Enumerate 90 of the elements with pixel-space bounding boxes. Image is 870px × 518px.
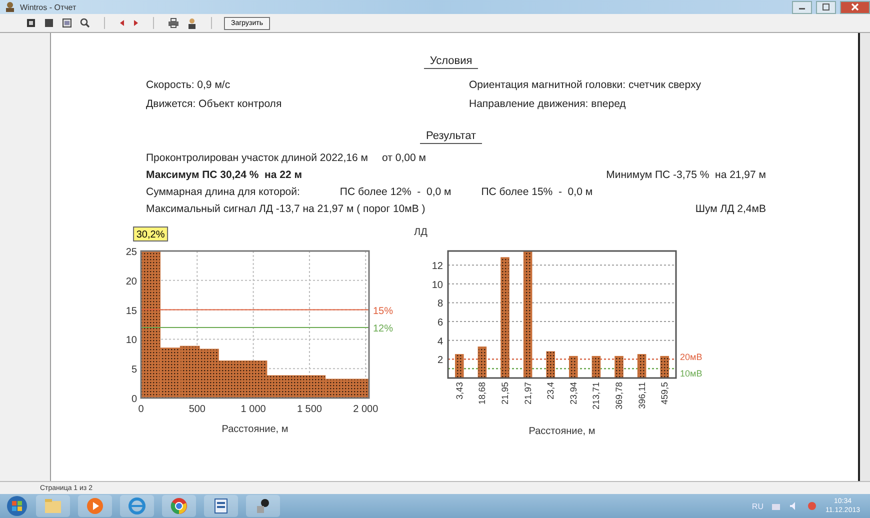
- magnifier-icon: [80, 18, 90, 28]
- axis-title: ЛД: [414, 227, 428, 238]
- browser-icon: [170, 497, 188, 515]
- axis-tick-label: 1 500: [296, 404, 322, 415]
- axis-tick-label: 369,78: [614, 382, 624, 410]
- axis-title: Расстояние, м: [222, 424, 288, 435]
- axis-tick-label: 1 000: [240, 404, 266, 415]
- pages-icon: [62, 18, 72, 28]
- axis-tick-label: 213,71: [591, 382, 602, 410]
- axis-tick-label: 2 000: [353, 404, 378, 415]
- taskbar-app[interactable]: [246, 495, 280, 517]
- condition-text: Ориентация магнитной головки: счетчик сверху: [469, 79, 701, 91]
- axis-tick-label: 396,11: [636, 382, 647, 409]
- start-orb-icon: [6, 495, 28, 517]
- axis-tick-label: 21,97: [522, 382, 533, 405]
- taskbar-app[interactable]: [204, 495, 238, 517]
- result-text: от 0,00 м: [382, 152, 426, 164]
- print-button[interactable]: [166, 16, 181, 30]
- section-heading: Результат: [420, 130, 482, 144]
- zoom-button[interactable]: [78, 16, 92, 30]
- section-heading: Условия: [424, 55, 478, 69]
- app-icon: [254, 497, 272, 515]
- result-text: Минимум ПС -3,75 % на 21,97 м: [606, 169, 766, 181]
- page-view-button[interactable]: [60, 16, 74, 30]
- start-button[interactable]: [6, 495, 28, 517]
- axis-tick-label: 4: [437, 336, 443, 348]
- result-text: ПС более 12% - 0,0 м: [340, 186, 452, 198]
- axis-tick-label: 0: [131, 394, 137, 405]
- close-button[interactable]: [840, 0, 870, 14]
- threshold-label: 12%: [373, 323, 394, 334]
- result-text: Суммарная длина для которой:: [146, 186, 300, 198]
- window-title: Wintros - Отчет: [20, 2, 76, 12]
- condition-text: Направление движения: вперед: [469, 98, 627, 110]
- right-arrow-icon: [133, 19, 139, 27]
- axis-tick-label: 5: [131, 364, 137, 376]
- page-view-button[interactable]: [42, 16, 56, 30]
- axis-tick-label: 21,95: [500, 382, 510, 405]
- result-text: Максимум ПС 30,24 % на 22 м: [146, 169, 302, 181]
- app-icon: [4, 1, 16, 13]
- chart-bar: [614, 356, 624, 378]
- left-arrow-icon: [119, 19, 125, 27]
- axis-tick-label: 23,94: [568, 382, 578, 405]
- folder-icon: [44, 498, 62, 514]
- maximize-icon: [822, 3, 830, 11]
- chart-bar: [546, 351, 555, 378]
- axis-tick-label: 0: [138, 404, 144, 415]
- chart-bar: [455, 354, 464, 378]
- axis-tick-label: 20: [126, 276, 137, 288]
- axis-tick-label: 8: [437, 298, 443, 310]
- axis-tick-label: 15: [126, 306, 137, 317]
- media-player-icon: [86, 497, 104, 515]
- axis-tick-label: 3,43: [454, 382, 464, 400]
- axis-title: Расстояние, м: [528, 426, 596, 437]
- chart-bar: [637, 354, 646, 378]
- condition-text: Скорость: 0,9 м/с: [146, 79, 232, 91]
- axis-tick-label: 12: [432, 261, 443, 272]
- axis-tick-label: 18,68: [477, 382, 488, 405]
- value-tag: 30,2%: [133, 226, 168, 242]
- chart-bar: [478, 346, 487, 378]
- page-view-button[interactable]: [24, 16, 38, 30]
- threshold-label: 20мВ: [680, 352, 702, 362]
- result-text: ПС более 15% - 0,0 м: [481, 186, 593, 198]
- axis-tick-label: 2: [437, 355, 443, 366]
- browser-icon: [128, 497, 146, 515]
- person-icon: [187, 18, 197, 28]
- axis-tick-label: 6: [437, 318, 443, 329]
- chart-bar: [660, 356, 669, 378]
- result-text: Проконтролирован участок длиной 2022,16 м: [146, 152, 368, 164]
- scrollbar[interactable]: [860, 33, 870, 481]
- threshold-label: 10мВ: [680, 368, 702, 379]
- maximize-button[interactable]: [816, 0, 836, 14]
- result-text: Шум ЛД 2,4мВ: [695, 203, 766, 215]
- histogram-bar: [180, 346, 200, 398]
- axis-tick-label: 25: [126, 247, 137, 258]
- axis-tick-label: 459,5: [660, 382, 670, 405]
- annotation: 30,2%: [136, 230, 165, 240]
- minimize-button[interactable]: [792, 0, 812, 14]
- chart-bar: [592, 356, 601, 378]
- threshold-label: 15%: [373, 306, 394, 317]
- chart-bar: [569, 356, 578, 378]
- printer-icon: [168, 18, 179, 28]
- close-icon: [851, 3, 859, 11]
- condition-text: Движется: Объект контроля: [146, 98, 283, 110]
- axis-tick-label: 10: [126, 335, 137, 346]
- axis-tick-label: 500: [188, 404, 206, 415]
- axis-tick-label: 10: [432, 280, 443, 291]
- histogram-bar: [324, 378, 370, 398]
- document-icon: [212, 497, 230, 515]
- axis-tick-label: 23,4: [546, 382, 556, 400]
- result-text: Максимальный сигнал ЛД -13,7 на 21,97 м ( порог 10мВ ): [146, 203, 426, 215]
